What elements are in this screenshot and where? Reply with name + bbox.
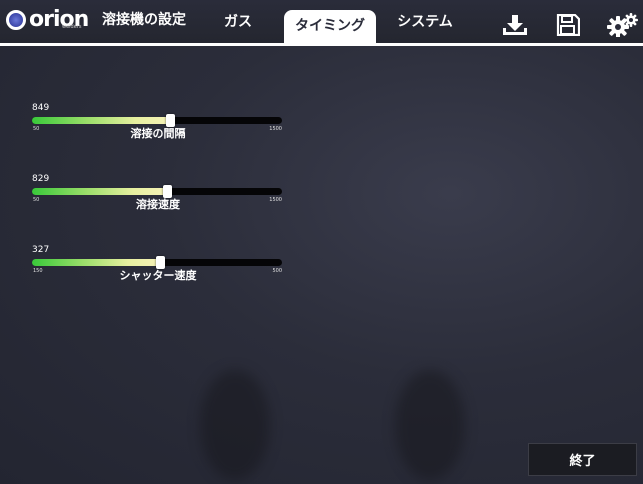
- top-bar: orion welders 溶接機の設定 ガス タイミング システム: [0, 0, 643, 48]
- slider-track[interactable]: [32, 185, 282, 198]
- tab-system[interactable]: システム: [386, 0, 464, 44]
- slider-track[interactable]: [32, 256, 282, 269]
- slider-value: 327: [32, 245, 50, 255]
- slider-fill: [32, 117, 170, 124]
- save-icon: [556, 14, 580, 36]
- brand-sub: welders: [62, 24, 82, 30]
- exit-button[interactable]: 終了: [528, 443, 637, 476]
- slider-fill: [32, 188, 167, 195]
- download-button[interactable]: [500, 12, 530, 38]
- slider-value: 849: [32, 103, 50, 113]
- slider-shutter-speed[interactable]: 327 150 500 シャッター速度: [32, 245, 284, 289]
- tab-welder-settings[interactable]: 溶接機の設定: [98, 0, 190, 44]
- background-blur: [395, 370, 465, 480]
- slider-value: 829: [32, 174, 50, 184]
- slider-label: 溶接速度: [136, 198, 180, 211]
- background-blur: [200, 370, 270, 480]
- slider-track[interactable]: [32, 114, 282, 127]
- download-icon: [503, 15, 527, 35]
- slider-fill: [32, 259, 160, 266]
- slider-label: シャッター速度: [119, 269, 197, 282]
- slider-weld-speed[interactable]: 829 50 1500 溶接速度: [32, 174, 284, 218]
- tab-gas[interactable]: ガス: [210, 0, 266, 44]
- logo-circle-icon: [6, 10, 26, 30]
- slider-weld-interval[interactable]: 849 50 1500 溶接の間隔: [32, 103, 284, 147]
- slider-label: 溶接の間隔: [130, 127, 186, 140]
- settings-button[interactable]: [606, 12, 640, 38]
- save-button[interactable]: [553, 12, 583, 38]
- tab-timing[interactable]: タイミング: [284, 10, 376, 46]
- gears-icon: [607, 13, 638, 37]
